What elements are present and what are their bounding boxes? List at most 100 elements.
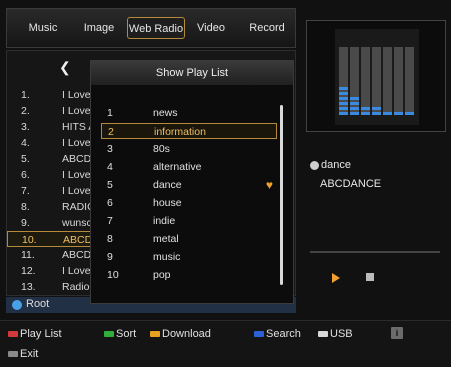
playlist-item[interactable]: 3 80s [101,141,277,157]
playlist-item-name: music [153,251,181,263]
tab-music[interactable]: Music [15,17,71,39]
playlist-item-name: metal [153,233,179,245]
playlist-item-number: 4 [107,161,113,173]
equalizer-segment [339,97,348,100]
tab-image[interactable]: Image [73,17,125,39]
media-tabs: Music Image Web Radio Video Record [6,8,296,48]
list-item-number: 7. [21,185,30,197]
list-item-number: 8. [21,201,30,213]
list-item-number: 11. [21,249,35,261]
playlist-item[interactable]: 5 dance ♥ [101,177,277,193]
playlist-item[interactable]: 10 pop [101,267,277,283]
tab-web-radio[interactable]: Web Radio [127,17,185,39]
list-item-number: 13. [21,281,36,293]
equalizer-segment [361,112,370,115]
tab-record[interactable]: Record [239,17,295,39]
popup-title: Show Play List [155,67,229,79]
playlist-item-selected[interactable]: 2 information [101,123,277,139]
equalizer-bar [394,47,403,115]
playlist-item-name: alternative [153,161,202,173]
playlist-item-name: news [153,107,178,119]
list-item-number: 2. [21,105,30,117]
blue-key-icon [254,331,264,337]
equalizer-bar [383,47,392,115]
playlist-item[interactable]: 6 house [101,195,277,211]
key-label: Exit [20,348,39,360]
equalizer-segment [339,87,348,90]
equalizer-segment [339,112,348,115]
equalizer-segment [339,102,348,105]
playlist-item-number: 5 [107,179,113,191]
playlist-item[interactable]: 7 indie [101,213,277,229]
key-label: USB [330,328,353,340]
equalizer-segment [339,107,348,110]
list-item-number: 4. [21,137,30,149]
red-key-icon [8,331,18,337]
equalizer-segment [339,92,348,95]
playlist-item[interactable]: 8 metal [101,231,277,247]
playlist-item-name: house [153,197,182,209]
list-item-number: 3. [21,121,30,133]
list-item-number: 1. [21,89,30,101]
show-play-list-popup: Show Play List 1 news 2 information 3 80… [90,60,294,304]
list-item-number: 6. [21,169,30,181]
yellow-key-icon [150,331,160,337]
favorite-heart-icon: ♥ [265,178,273,192]
playlist-item[interactable]: 4 alternative [101,159,277,175]
equalizer-segment [350,102,359,105]
playlist-item-number: 7 [107,215,113,227]
playlist-item-number: 3 [107,143,113,155]
equalizer-segment [394,112,403,115]
info-key-icon[interactable]: i [391,327,403,339]
key-label: Search [266,328,301,340]
playlist-item-number: 6 [107,197,113,209]
equalizer-segment [350,112,359,115]
equalizer-segment [361,107,370,110]
equalizer-segment [350,97,359,100]
playback-progress-line [310,251,440,253]
equalizer-segment [372,112,381,115]
stop-icon[interactable] [366,273,374,281]
station-name: ABCDANCE [320,178,382,190]
exit-key-icon [8,351,18,357]
key-label: Play List [20,328,62,340]
equalizer [335,29,419,125]
equalizer-segment [372,107,381,110]
playlist-item-number: 8 [107,233,113,245]
list-item-number: 9. [21,217,30,229]
playlist-item-name: 80s [153,143,170,155]
playlist-item-name: information [154,126,206,138]
footer-key-bar: Play List Sort Download Search USB i Exi… [0,320,451,367]
popup-title-bar: Show Play List [91,61,293,85]
play-icon[interactable] [332,273,340,283]
equalizer-segment [350,107,359,110]
list-item-number: 12. [21,265,36,277]
web-radio-screen: Music Image Web Radio Video Record ❮ 1. … [0,0,451,367]
popup-scrollbar[interactable] [280,105,283,285]
now-playing-panel: dance ABCDANCE [306,140,446,300]
playlist-item[interactable]: 9 music [101,249,277,265]
root-icon [12,300,22,310]
playlist-item-number: 10 [107,269,119,281]
equalizer-bar [405,47,414,115]
green-key-icon [104,331,114,337]
list-item-number: 5. [21,153,30,165]
equalizer-segment [405,112,414,115]
equalizer-bar [350,47,359,115]
key-label: Download [162,328,211,340]
equalizer-bar [339,47,348,115]
back-arrow-icon[interactable]: ❮ [59,59,71,76]
key-label: Sort [116,328,137,340]
playlist-item-number: 9 [107,251,113,263]
audio-visualizer-panel [306,20,446,132]
playlist-item-number: 1 [107,107,113,119]
playlist-item-name: dance [153,179,182,191]
root-label: Root [26,298,50,310]
playlist-item-name: indie [153,215,176,227]
list-item-number: 10. [22,234,37,246]
playlist-item-name: pop [153,269,171,281]
tab-video[interactable]: Video [189,17,233,39]
playlist-item-number: 2 [108,126,114,138]
usb-key-icon [318,331,328,337]
playlist-item[interactable]: 1 news [101,105,277,121]
